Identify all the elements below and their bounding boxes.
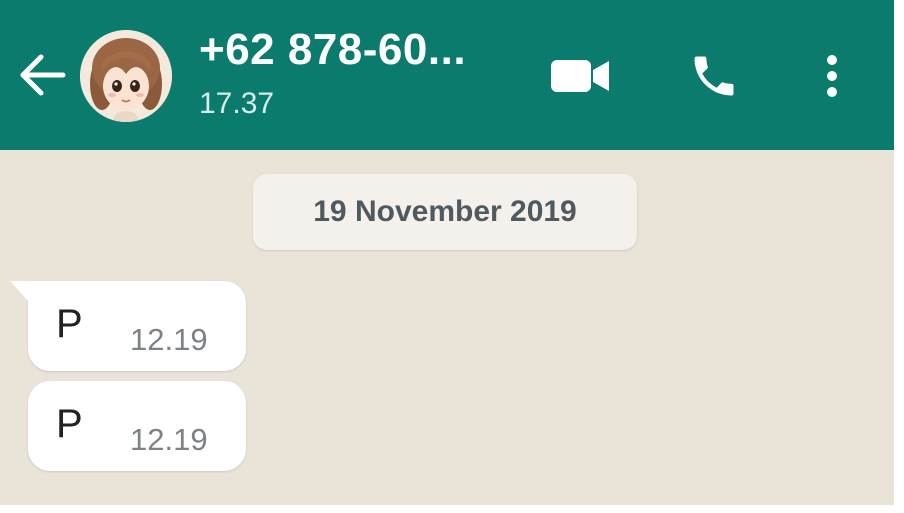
message-bubble[interactable]: P 12.19 bbox=[10, 281, 246, 371]
video-call-button[interactable] bbox=[544, 50, 618, 102]
message-text: P bbox=[56, 302, 83, 346]
phone-icon bbox=[694, 56, 734, 96]
contact-info[interactable]: +62 878-60... 17.37 bbox=[199, 22, 466, 124]
back-arrow-icon bbox=[20, 54, 66, 96]
avatar[interactable] bbox=[80, 30, 172, 122]
message-bubble[interactable]: P 12.19 bbox=[28, 381, 246, 471]
more-vertical-icon bbox=[827, 55, 837, 97]
date-divider: 19 November 2019 bbox=[253, 174, 637, 250]
chat-screen: +62 878-60... 17.37 19 November 2019 P 1… bbox=[0, 0, 900, 511]
contact-name: +62 878-60... bbox=[199, 25, 467, 74]
chat-header: +62 878-60... 17.37 bbox=[0, 0, 894, 150]
contact-last-seen: 17.37 bbox=[199, 87, 275, 120]
message-text: P bbox=[56, 402, 83, 446]
back-button[interactable] bbox=[14, 48, 72, 102]
voice-call-button[interactable] bbox=[680, 44, 748, 108]
anime-girl-avatar-icon bbox=[80, 30, 172, 122]
more-options-button[interactable] bbox=[810, 44, 854, 108]
message-list[interactable]: 19 November 2019 P 12.19 P 12.19 bbox=[0, 150, 894, 505]
message-time: 12.19 bbox=[130, 422, 208, 457]
message-time: 12.19 bbox=[130, 322, 208, 357]
bubble-tail bbox=[10, 281, 30, 303]
video-camera-icon bbox=[551, 60, 609, 92]
